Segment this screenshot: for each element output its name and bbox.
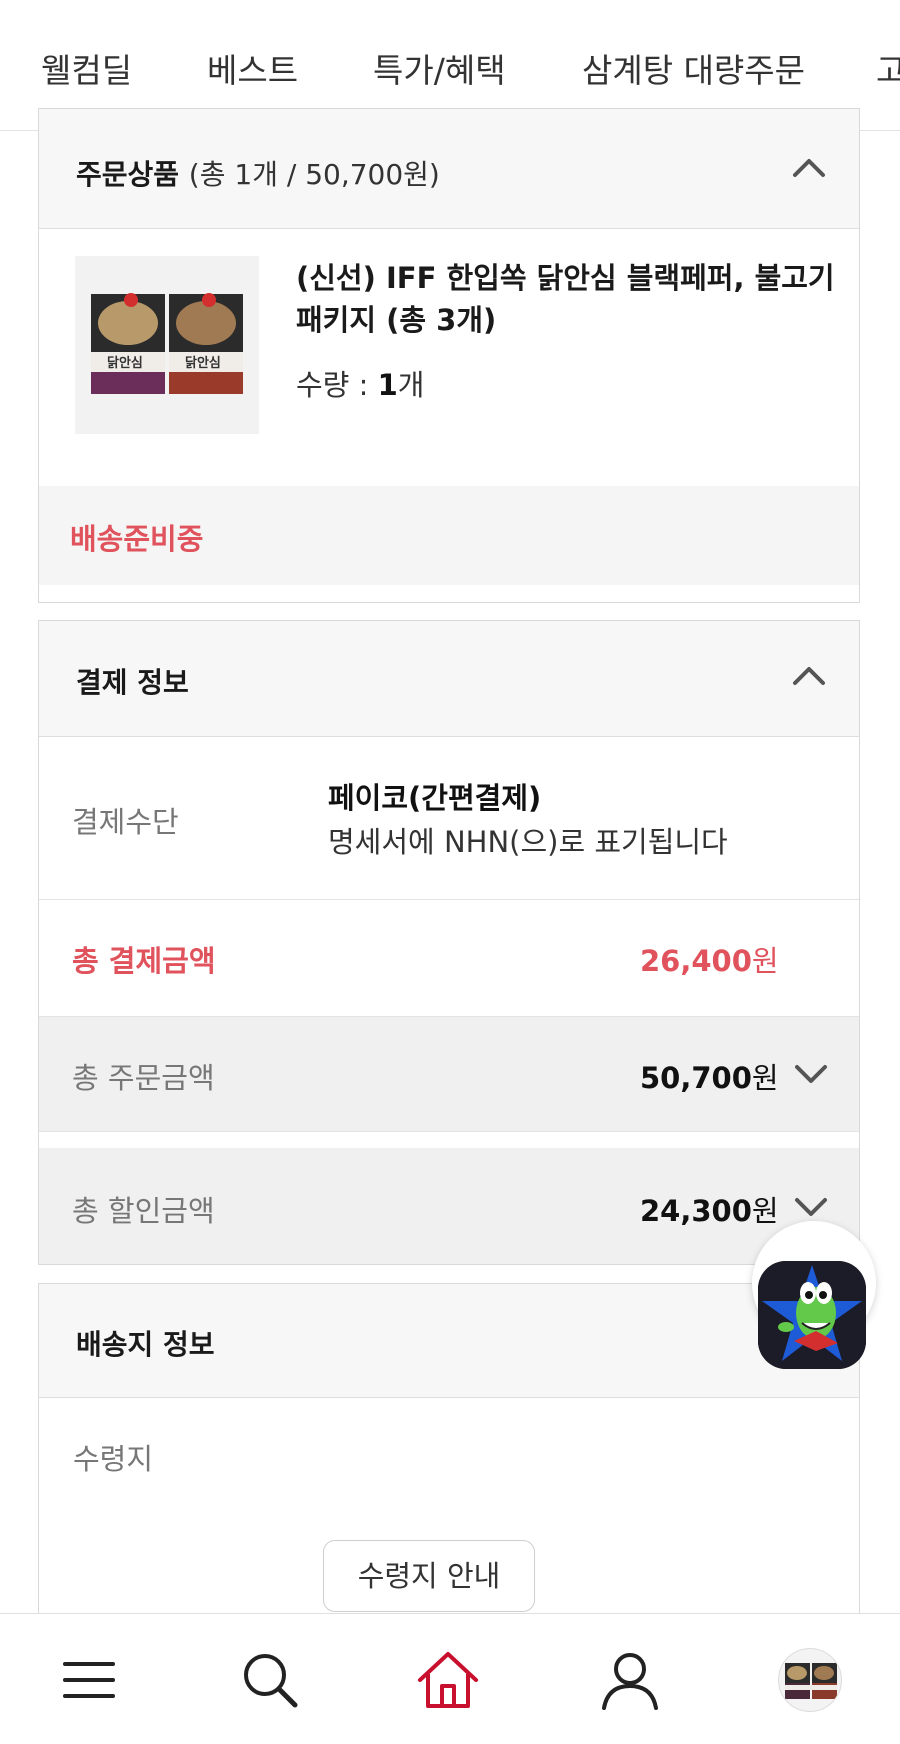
currency-unit: 원 <box>751 1061 779 1095</box>
total-discount-amount: 24,300원 <box>640 1188 779 1230</box>
tab-best[interactable]: 베스트 <box>207 44 298 92</box>
currency-unit: 원 <box>751 1194 779 1228</box>
chevron-down-icon[interactable] <box>791 1053 831 1093</box>
payment-info-title: 결제 정보 <box>76 666 189 699</box>
total-order-label: 총 주문금액 <box>72 1061 215 1095</box>
total-order-amount: 50,700원 <box>640 1055 779 1097</box>
total-paid-amount: 26,400원 <box>640 938 779 980</box>
chevron-up-icon[interactable] <box>789 149 829 189</box>
row-gap <box>39 1132 859 1148</box>
total-order-row[interactable]: 총 주문금액 50,700원 <box>39 1017 859 1132</box>
payment-method-value: 페이코(간편결제) <box>328 781 542 815</box>
shipping-status-bar: 배송준비중 <box>39 486 859 585</box>
product-thumbnail[interactable]: 닭안심 닭안심 <box>75 256 259 434</box>
payment-info-header[interactable]: 결제 정보 <box>39 621 859 737</box>
payment-method-label: 결제수단 <box>72 805 179 839</box>
total-paid-row: 총 결제금액 26,400원 <box>39 900 859 1017</box>
receiver-guide-button[interactable]: 수령지 안내 <box>323 1540 535 1612</box>
user-icon[interactable] <box>598 1648 662 1712</box>
total-order-number: 50,700 <box>640 1061 752 1095</box>
bottom-navigation <box>0 1613 900 1744</box>
chevron-down-icon[interactable] <box>791 1186 831 1226</box>
product-package-image: 닭안심 닭안심 <box>75 256 259 434</box>
payment-info-section: 결제 정보 결제수단 페이코(간편결제) 명세서에 NHN(으)로 표기됩니다 … <box>38 620 860 1265</box>
payment-method-note: 명세서에 NHN(으)로 표기됩니다 <box>328 825 728 859</box>
tab-partial[interactable]: 고 <box>876 44 900 92</box>
quantity-unit: 개 <box>397 368 425 402</box>
order-products-summary: (총 1개 / 50,700원) <box>188 158 440 191</box>
shipping-info-header[interactable]: 배송지 정보 <box>39 1284 859 1398</box>
payment-method-row: 결제수단 페이코(간편결제) 명세서에 NHN(으)로 표기됩니다 <box>39 737 859 900</box>
package-label-1: 닭안심 <box>107 355 143 371</box>
shipping-status: 배송준비중 <box>70 522 204 556</box>
tab-special-offers[interactable]: 특가/혜택 <box>373 44 506 92</box>
package-label-2: 닭안심 <box>185 355 221 371</box>
home-icon[interactable] <box>416 1648 480 1712</box>
currency-unit: 원 <box>751 944 779 978</box>
order-products-section: 주문상품 (총 1개 / 50,700원) 닭안심 닭안심 (신선) IFF 한… <box>38 108 860 603</box>
product-quantity: 수량 : 1개 <box>296 362 424 404</box>
total-discount-row[interactable]: 총 할인금액 24,300원 <box>39 1148 859 1264</box>
mascot-icon <box>758 1261 866 1369</box>
floating-chat-button[interactable] <box>752 1221 876 1369</box>
quantity-value: 1 <box>377 368 398 402</box>
total-discount-label: 총 할인금액 <box>72 1194 215 1228</box>
product-name[interactable]: (신선) IFF 한입쏙 닭안심 블랙페퍼, 불고기 패키지 (총 3개) <box>296 257 836 341</box>
menu-icon[interactable] <box>57 1648 121 1712</box>
chevron-up-icon[interactable] <box>789 657 829 697</box>
quantity-label: 수량 : <box>296 368 369 402</box>
order-products-title: 주문상품 <box>76 158 180 191</box>
mascot-avatar <box>758 1261 866 1369</box>
recent-product-image <box>785 1663 837 1699</box>
tab-welcome-deal[interactable]: 웰컴딜 <box>41 44 132 92</box>
receiver-location-label: 수령지 <box>73 1442 154 1476</box>
total-paid-number: 26,400 <box>640 944 752 978</box>
recent-product-thumbnail[interactable] <box>778 1648 842 1712</box>
shipping-info-title: 배송지 정보 <box>76 1328 215 1361</box>
search-icon[interactable] <box>238 1648 302 1712</box>
total-paid-label: 총 결제금액 <box>72 944 216 978</box>
order-products-header[interactable]: 주문상품 (총 1개 / 50,700원) <box>39 109 859 229</box>
tab-samgyetang-bulk[interactable]: 삼계탕 대량주문 <box>582 44 805 92</box>
total-discount-number: 24,300 <box>640 1194 752 1228</box>
